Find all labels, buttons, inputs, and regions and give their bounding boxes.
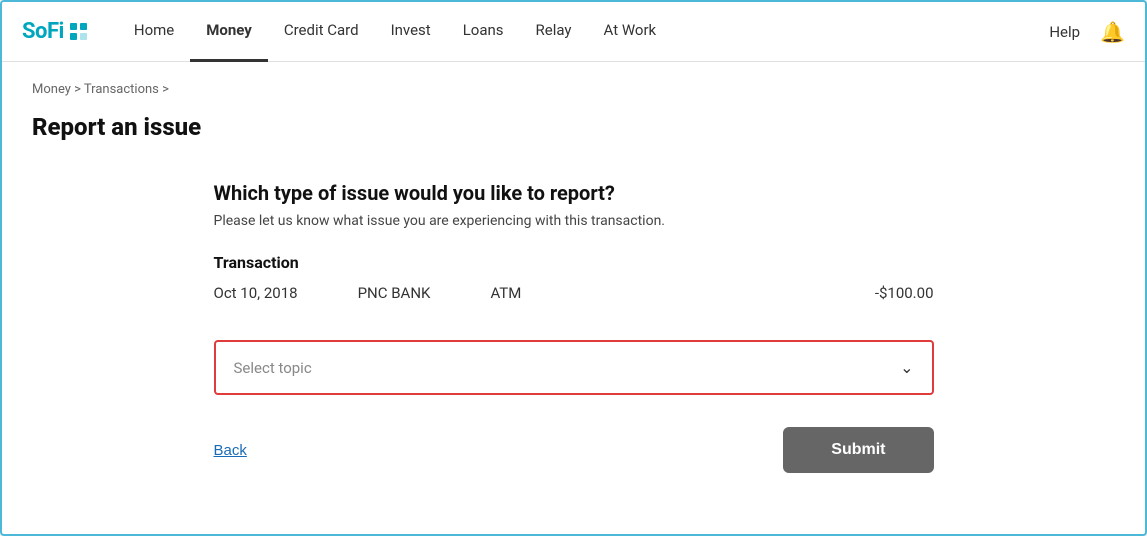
back-button[interactable]: Back [214,442,247,459]
nav-at-work[interactable]: At Work [588,2,673,62]
transaction-row: Oct 10, 2018 PNC BANK ATM -$100.00 [214,284,934,312]
nav-invest[interactable]: Invest [375,2,447,62]
form-actions: Back Submit [214,427,934,473]
dot-br [80,33,87,40]
page-content: Money > Transactions > Report an issue W… [2,62,1145,534]
sofi-logo-text: SoFi [22,19,64,44]
form-card: Which type of issue would you like to re… [214,171,934,483]
nav-home[interactable]: Home [118,2,190,62]
transaction-category: ATM [490,284,521,302]
topic-select-wrapper[interactable]: Select topic ⌄ [214,340,934,395]
bell-icon[interactable]: 🔔 [1100,20,1125,44]
form-heading: Which type of issue would you like to re… [214,181,934,205]
select-placeholder: Select topic [234,359,312,377]
topic-select[interactable]: Select topic ⌄ [216,342,932,393]
transaction-merchant: PNC BANK [358,284,431,302]
nav-money[interactable]: Money [190,2,268,62]
nav-links: Home Money Credit Card Invest Loans Rela… [118,2,1049,62]
browser-frame: SoFi Home Money Credit Card Invest Loans… [0,0,1147,536]
dot-tl [70,23,77,30]
submit-button[interactable]: Submit [783,427,933,473]
transaction-label: Transaction [214,253,934,272]
nav-right: Help 🔔 [1049,20,1125,44]
chevron-down-icon: ⌄ [900,358,913,377]
transaction-amount: -$100.00 [875,284,934,302]
nav-relay[interactable]: Relay [520,2,588,62]
nav-loans[interactable]: Loans [447,2,520,62]
dot-tr [80,23,87,30]
dot-bl [70,33,77,40]
navbar: SoFi Home Money Credit Card Invest Loans… [2,2,1145,62]
sofi-logo[interactable]: SoFi [22,19,88,44]
help-link[interactable]: Help [1049,23,1080,41]
nav-credit-card[interactable]: Credit Card [268,2,375,62]
breadcrumb: Money > Transactions > [32,82,1115,97]
sofi-logo-dots [70,23,88,41]
transaction-date: Oct 10, 2018 [214,284,298,302]
page-title: Report an issue [32,113,1115,141]
form-subtext: Please let us know what issue you are ex… [214,213,934,229]
